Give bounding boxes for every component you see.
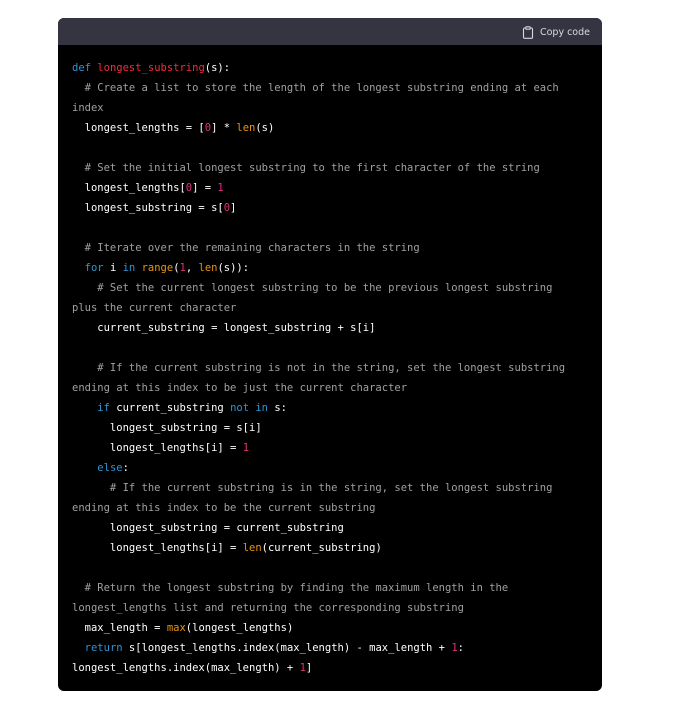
code-token: range xyxy=(141,262,174,274)
code-line: longest_lengths[0] = 1 xyxy=(72,178,592,198)
code-token: # Create a list to store the length of t… xyxy=(72,82,559,94)
code-token: : xyxy=(457,642,464,654)
code-line: longest_lengths[i] = 1 xyxy=(72,438,592,458)
code-block-header: Copy code xyxy=(58,18,602,45)
code-token: for xyxy=(84,262,104,274)
code-token: ] * xyxy=(211,122,237,134)
code-token: (s)): xyxy=(217,262,250,274)
code-line: plus the current character xyxy=(72,298,592,318)
code-line: longest_lengths list and returning the c… xyxy=(72,598,592,618)
code-token: # Return the longest substring by findin… xyxy=(72,582,509,594)
code-token: longest_lengths[ xyxy=(72,182,186,194)
code-token: (s): xyxy=(204,62,231,74)
copy-code-label: Copy code xyxy=(539,26,590,38)
code-token: , xyxy=(185,262,199,274)
code-line: # If the current substring is not in the… xyxy=(72,358,592,378)
code-token: # If the current substring is not in the… xyxy=(72,362,566,374)
code-token: 1 xyxy=(242,442,250,454)
code-token: s[longest_lengths.index(max_length) - ma… xyxy=(122,642,452,654)
code-line: # If the current substring is in the str… xyxy=(72,478,592,498)
code-token: longest_lengths[i] = xyxy=(72,542,243,554)
code-line: max_length = max(longest_lengths) xyxy=(72,618,592,638)
code-token: ending at this index to be just the curr… xyxy=(72,382,408,394)
code-token: return xyxy=(84,642,123,654)
code-token: len xyxy=(198,262,218,274)
code-token: i xyxy=(103,262,123,274)
code-line: return s[longest_lengths.index(max_lengt… xyxy=(72,638,592,658)
code-token: len xyxy=(236,122,256,134)
code-line: # Set the current longest substring to b… xyxy=(72,278,592,298)
code-token: ] = xyxy=(192,182,218,194)
code-line: for i in range(1, len(s)): xyxy=(72,258,592,278)
code-token: current_substring = longest_substring + … xyxy=(72,322,376,334)
code-line: if current_substring not in s: xyxy=(72,398,592,418)
code-token: s: xyxy=(268,402,287,414)
code-line: # Iterate over the remaining characters … xyxy=(72,238,592,258)
code-token: len xyxy=(242,542,262,554)
code-token: ] xyxy=(230,202,237,214)
code-token: (longest_lengths) xyxy=(185,622,294,634)
code-line: index xyxy=(72,98,592,118)
code-line: longest_substring = s[i] xyxy=(72,418,592,438)
code-line: # Create a list to store the length of t… xyxy=(72,78,592,98)
code-token: # Set the current longest substring to b… xyxy=(72,282,553,294)
code-token: longest_substring = s[i] xyxy=(72,422,262,434)
code-token: # Set the initial longest substring to t… xyxy=(72,162,540,174)
code-token: # Iterate over the remaining characters … xyxy=(72,242,420,254)
code-content[interactable]: def longest_substring(s): # Create a lis… xyxy=(72,58,592,678)
code-token: def xyxy=(72,62,91,74)
code-line: # Return the longest substring by findin… xyxy=(72,578,592,598)
code-token: max_length = xyxy=(72,622,167,634)
code-block: Copy code def longest_substring(s): # Cr… xyxy=(58,18,602,691)
code-token: plus the current character xyxy=(72,302,237,314)
code-line: longest_lengths.index(max_length) + 1] xyxy=(72,658,592,678)
code-token: index xyxy=(72,102,104,114)
code-token: : xyxy=(122,462,129,474)
code-line: def longest_substring(s): xyxy=(72,58,592,78)
code-line: else: xyxy=(72,458,592,478)
code-line: # Set the initial longest substring to t… xyxy=(72,158,592,178)
code-line: ending at this index to be the current s… xyxy=(72,498,592,518)
code-line: current_substring = longest_substring + … xyxy=(72,318,592,338)
code-token: ] xyxy=(305,662,313,674)
code-token: longest_lengths = [ xyxy=(72,122,205,134)
code-token: in xyxy=(122,262,136,274)
code-token: longest_lengths list and returning the c… xyxy=(72,602,464,614)
clipboard-icon xyxy=(522,25,534,39)
code-token: 1 xyxy=(217,182,224,194)
code-token: longest_substring xyxy=(97,62,205,74)
code-token: longest_lengths.index(max_length) + xyxy=(72,662,300,674)
code-token: longest_lengths[i] = xyxy=(72,442,243,454)
code-token: longest_substring = s[ xyxy=(72,202,224,214)
code-token: current_substring xyxy=(109,402,231,414)
code-token: longest_substring = current_substring xyxy=(72,522,344,534)
copy-code-button[interactable]: Copy code xyxy=(522,24,590,40)
code-line: longest_lengths = [0] * len(s) xyxy=(72,118,592,138)
code-line: longest_substring = s[0] xyxy=(72,198,592,218)
code-token: not in xyxy=(230,402,268,414)
code-token: if xyxy=(97,402,110,414)
code-line: ending at this index to be just the curr… xyxy=(72,378,592,398)
code-token: max xyxy=(166,622,186,634)
code-token: else xyxy=(97,462,123,474)
code-line: longest_substring = current_substring xyxy=(72,518,592,538)
code-line: longest_lengths[i] = len(current_substri… xyxy=(72,538,592,558)
code-token: ending at this index to be the current s… xyxy=(72,502,376,514)
code-token: (s) xyxy=(255,122,275,134)
code-token: # If the current substring is in the str… xyxy=(72,482,553,494)
code-token: (current_substring) xyxy=(261,542,382,554)
